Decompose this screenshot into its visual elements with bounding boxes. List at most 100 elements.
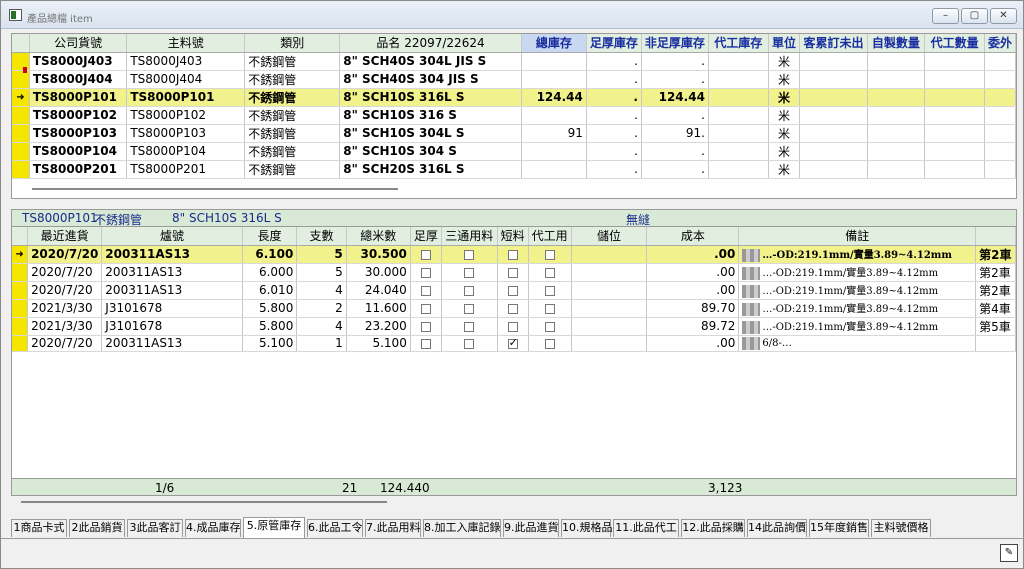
column-header[interactable]: 足厚 xyxy=(410,227,442,246)
column-header[interactable]: 最近進貨 xyxy=(27,227,103,246)
minimize-button[interactable]: – xyxy=(932,8,959,24)
column-header[interactable]: 自製數量 xyxy=(867,34,926,53)
column-header[interactable]: 爐號 xyxy=(101,227,243,246)
row-selector[interactable] xyxy=(12,142,30,161)
cell-full-thickness[interactable] xyxy=(410,335,442,352)
cell-oem-use[interactable] xyxy=(528,263,572,282)
product-grid[interactable]: 公司貨號 主料號 類別 品名 22097/22624 總庫存 足厚庫存 非足厚庫存 代工庫存單… xyxy=(11,33,1017,199)
tab-item[interactable]: 11.此品代工 xyxy=(613,519,679,537)
checkbox[interactable] xyxy=(420,285,431,296)
column-header[interactable]: 成本 xyxy=(646,227,740,246)
table-row[interactable]: 2020/7/20 200311AS13 6.000 5 30.000 .00 …-OD:2… xyxy=(12,263,1016,282)
cell-oem-use[interactable] xyxy=(528,245,572,264)
tab-item[interactable]: 8.加工入庫記錄 xyxy=(423,519,501,537)
column-header[interactable]: 類別 xyxy=(244,34,341,53)
row-selector[interactable] xyxy=(12,317,29,336)
tab-item[interactable]: 1商品卡式 xyxy=(11,519,67,537)
column-header[interactable]: 品名 22097/22624 xyxy=(339,34,522,53)
row-selector[interactable] xyxy=(12,106,30,125)
column-header[interactable]: 儲位 xyxy=(571,227,648,246)
column-header[interactable]: 單位 xyxy=(768,34,801,53)
table-row[interactable]: 2020/7/20200311AS135.10015.100.006/8-… xyxy=(12,335,1016,352)
column-header[interactable]: 三通用料 xyxy=(441,227,498,246)
cell-short-material[interactable] xyxy=(497,317,529,336)
checkbox[interactable] xyxy=(464,303,475,314)
cell-short-material[interactable] xyxy=(497,299,529,318)
row-selector[interactable]: ➜ xyxy=(12,245,29,264)
column-header[interactable]: 代工數量 xyxy=(924,34,985,53)
tab-item[interactable]: 4.成品庫存 xyxy=(185,519,241,537)
cell-tee-material[interactable] xyxy=(441,245,498,264)
row-selector[interactable] xyxy=(12,160,30,179)
checkbox[interactable] xyxy=(464,285,475,296)
column-header[interactable]: 代工用 xyxy=(528,227,572,246)
cell-short-material[interactable] xyxy=(497,281,529,300)
table-row[interactable]: TS8000P104 TS8000P104 不銹鋼管 8" SCH10S 304 S.… xyxy=(12,142,1016,161)
cell-full-thickness[interactable] xyxy=(410,245,442,264)
stock-grid[interactable]: 最近進貨 爐號 長度 支數 總米數 足厚 三通用料 短料 代工用 儲位 成本 備註 ➜ 2020/7/2… xyxy=(11,226,1017,479)
tab-item[interactable]: 6.此品工令 xyxy=(307,519,363,537)
checkbox[interactable] xyxy=(544,285,555,296)
row-selector[interactable] xyxy=(12,263,29,282)
checkbox[interactable] xyxy=(544,321,555,332)
checkbox[interactable] xyxy=(507,303,518,314)
checkbox[interactable] xyxy=(420,338,431,349)
cell-short-material[interactable] xyxy=(497,335,529,352)
column-header[interactable]: 總米數 xyxy=(346,227,411,246)
column-header[interactable] xyxy=(975,227,1016,246)
row-selector[interactable] xyxy=(12,299,29,318)
table-row[interactable]: ➜ TS8000P101 TS8000P101 不銹鋼管 8" SCH10S 316L … xyxy=(12,88,1016,107)
row-selector[interactable]: ➜ xyxy=(12,88,30,107)
cell-tee-material[interactable] xyxy=(441,335,498,352)
checkbox[interactable] xyxy=(544,267,555,278)
cell-full-thickness[interactable] xyxy=(410,263,442,282)
column-header[interactable]: 非足厚庫存 xyxy=(641,34,709,53)
column-header[interactable]: 代工庫存 xyxy=(708,34,769,53)
row-selector[interactable] xyxy=(12,335,29,352)
checkbox[interactable] xyxy=(507,249,518,260)
cell-tee-material[interactable] xyxy=(441,281,498,300)
checkbox[interactable] xyxy=(544,303,555,314)
tab-item[interactable]: 10.規格品 xyxy=(561,519,613,537)
tab-item[interactable]: 2此品銷貨 xyxy=(69,519,125,537)
column-header[interactable]: 主料號 xyxy=(126,34,246,53)
tab-item[interactable]: 5.原管庫存 xyxy=(243,517,305,538)
cell-oem-use[interactable] xyxy=(528,317,572,336)
tab-item[interactable]: 主料號價格 xyxy=(871,519,931,537)
table-row[interactable]: 2021/3/30 J3101678 5.800 2 11.600 89.70 …-OD:2… xyxy=(12,299,1016,318)
cell-tee-material[interactable] xyxy=(441,317,498,336)
checkbox[interactable] xyxy=(464,338,475,349)
row-selector[interactable] xyxy=(12,124,30,143)
checkbox[interactable] xyxy=(464,321,475,332)
row-selector[interactable] xyxy=(12,281,29,300)
table-row[interactable]: TS8000P102 TS8000P102 不銹鋼管 8" SCH10S 316 S.… xyxy=(12,106,1016,125)
column-header[interactable]: 公司貨號 xyxy=(29,34,128,53)
column-header[interactable]: 支數 xyxy=(296,227,347,246)
tab-item[interactable]: 7.此品用料 xyxy=(365,519,421,537)
checkbox[interactable] xyxy=(420,321,431,332)
tab-item[interactable]: 15年度銷售 xyxy=(809,519,869,537)
checkbox[interactable] xyxy=(420,303,431,314)
tab-item[interactable]: 3此品客訂 xyxy=(127,519,183,537)
cell-oem-use[interactable] xyxy=(528,335,572,352)
tab-item[interactable]: 12.此品採購 xyxy=(681,519,745,537)
checkbox[interactable] xyxy=(420,249,431,260)
table-row[interactable]: TS8000J404 TS8000J404 不銹鋼管 8" SCH40S 304 JI… xyxy=(12,70,1016,89)
close-button[interactable]: ✕ xyxy=(990,8,1017,24)
checkbox[interactable] xyxy=(464,267,475,278)
table-row[interactable]: TS8000J403 TS8000J403 不銹鋼管 8" SCH40S 304L J… xyxy=(12,52,1016,71)
column-header[interactable]: 總庫存 xyxy=(521,34,587,53)
cell-short-material[interactable] xyxy=(497,245,529,264)
column-header[interactable]: 足厚庫存 xyxy=(586,34,642,53)
cell-full-thickness[interactable] xyxy=(410,281,442,300)
table-row[interactable]: ➜ 2020/7/20 200311AS13 6.100 5 30.500 .00 …-OD:… xyxy=(12,245,1016,264)
checkbox[interactable] xyxy=(544,249,555,260)
cell-tee-material[interactable] xyxy=(441,263,498,282)
column-header[interactable]: 長度 xyxy=(242,227,298,246)
checkbox[interactable] xyxy=(544,338,555,349)
cell-full-thickness[interactable] xyxy=(410,317,442,336)
tab-item[interactable]: 9.此品進貨 xyxy=(503,519,559,537)
cell-short-material[interactable] xyxy=(497,263,529,282)
cell-full-thickness[interactable] xyxy=(410,299,442,318)
checkbox[interactable] xyxy=(464,249,475,260)
